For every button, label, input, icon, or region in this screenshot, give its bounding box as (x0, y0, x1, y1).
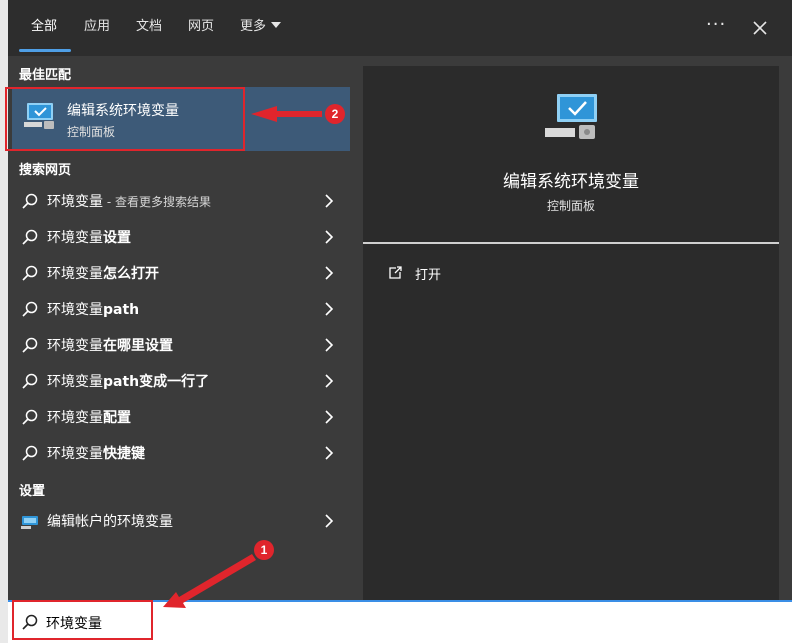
preview-pane: 编辑系统环境变量 控制面板 打开 (363, 66, 779, 600)
tab-documents[interactable]: 文档 (136, 19, 162, 41)
web-result-row[interactable]: 环境变量 - 查看更多搜索结果 (8, 183, 350, 219)
system-settings-icon (545, 94, 597, 139)
search-icon (22, 229, 38, 245)
web-result-row[interactable]: 环境变量path (8, 291, 350, 327)
chevron-right-icon (325, 194, 334, 208)
web-result-row[interactable]: 环境变量配置 (8, 399, 350, 435)
web-result-row[interactable]: 环境变量path变成一行了 (8, 363, 350, 399)
web-result-row[interactable]: 环境变量在哪里设置 (8, 327, 350, 363)
chevron-down-icon (271, 22, 282, 28)
tab-web[interactable]: 网页 (188, 19, 214, 41)
web-result-row[interactable]: 环境变量设置 (8, 219, 350, 255)
annotation-highlight-search-input (12, 600, 153, 640)
chevron-right-icon (325, 302, 334, 316)
web-result-label: 环境变量设置 (47, 230, 131, 246)
more-options-icon[interactable]: ··· (706, 14, 726, 35)
web-result-label: 环境变量path (47, 302, 140, 318)
tab-apps[interactable]: 应用 (84, 19, 110, 41)
section-best-match: 最佳匹配 (19, 68, 72, 83)
user-settings-icon (21, 516, 38, 529)
chevron-right-icon (325, 230, 334, 244)
preview-header: 编辑系统环境变量 控制面板 (363, 66, 779, 244)
chevron-right-icon (325, 374, 334, 388)
preview-subtitle: 控制面板 (546, 199, 595, 213)
search-icon (22, 301, 38, 317)
search-icon (22, 373, 38, 389)
chevron-right-icon (325, 410, 334, 424)
search-icon (22, 337, 38, 353)
close-icon[interactable] (750, 18, 770, 38)
web-result-label: 环境变量怎么打开 (47, 266, 159, 282)
search-icon (22, 445, 38, 461)
tab-all[interactable]: 全部 (31, 19, 57, 41)
settings-result-label: 编辑帐户的环境变量 (47, 514, 173, 530)
chevron-right-icon (325, 446, 334, 460)
web-result-row[interactable]: 环境变量怎么打开 (8, 255, 350, 291)
web-result-label: 环境变量path变成一行了 (47, 374, 210, 390)
preview-divider (363, 242, 779, 244)
web-result-label: 环境变量 - 查看更多搜索结果 (47, 194, 211, 210)
annotation-highlight-best-match (5, 87, 245, 151)
active-tab-indicator (19, 49, 71, 52)
settings-result-row[interactable]: 编辑帐户的环境变量 (8, 503, 350, 539)
web-result-row[interactable]: 环境变量快捷键 (8, 435, 350, 471)
filter-tab-bar: 全部 应用 文档 网页 更多 ··· (8, 0, 792, 56)
search-icon (22, 193, 38, 209)
search-icon (22, 265, 38, 281)
section-settings: 设置 (19, 484, 46, 499)
web-result-label: 环境变量快捷键 (47, 446, 145, 462)
section-search-web: 搜索网页 (19, 163, 72, 178)
annotation-badge-2: 2 (325, 104, 345, 124)
chevron-right-icon (325, 266, 334, 280)
tab-more[interactable]: 更多 (240, 19, 282, 41)
open-action-label: 打开 (415, 268, 442, 283)
search-icon (22, 409, 38, 425)
chevron-right-icon (325, 338, 334, 352)
annotation-badge-1: 1 (254, 540, 274, 560)
open-external-icon (389, 266, 402, 279)
web-result-label: 环境变量配置 (47, 410, 131, 426)
web-result-label: 环境变量在哪里设置 (47, 338, 173, 354)
preview-title: 编辑系统环境变量 (503, 172, 639, 192)
chevron-right-icon (325, 514, 334, 528)
